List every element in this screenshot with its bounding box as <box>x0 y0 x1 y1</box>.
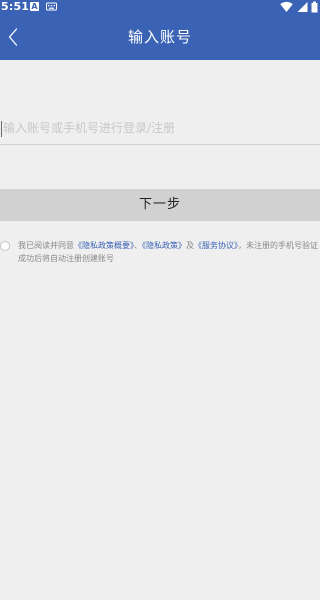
page-title: 输入账号 <box>127 28 192 46</box>
privacy-summary-link[interactable]: 《隐私政策概要》 <box>74 241 134 250</box>
service-agreement-link[interactable]: 《服务协议》 <box>194 241 238 250</box>
agreement-text: 我已阅读并同意《隐私政策概要》、《隐私政策》及《服务协议》，未注册的手机号验证成… <box>18 239 318 265</box>
status-bar: 5:51 A <box>0 0 320 14</box>
wifi-icon <box>280 1 293 13</box>
next-button[interactable]: 下一步 <box>0 189 320 221</box>
agreement-prefix: 我已阅读并同意 <box>18 241 74 250</box>
keyboard-icon <box>46 2 57 11</box>
agreement-section: 我已阅读并同意《隐私政策概要》、《隐私政策》及《服务协议》，未注册的手机号验证成… <box>0 237 320 271</box>
status-icons <box>280 1 318 13</box>
notification-a-icon: A <box>30 2 39 11</box>
privacy-policy-link[interactable]: 《隐私政策》 <box>142 241 186 250</box>
app-header: 输入账号 <box>0 14 320 60</box>
text-cursor <box>1 121 2 137</box>
app-screen: 5:51 A 输入账号 输入账号或手机号进行登录/注册 下一步 我已阅读并同意《… <box>0 0 320 600</box>
agreement-and: 及 <box>186 241 194 250</box>
account-field <box>0 112 320 145</box>
agreement-separator: 、 <box>134 241 142 250</box>
battery-icon <box>311 1 318 13</box>
account-input[interactable] <box>3 112 313 144</box>
status-time: 5:51 <box>1 0 30 13</box>
signal-icon <box>297 2 307 12</box>
agree-radio[interactable] <box>0 241 10 251</box>
